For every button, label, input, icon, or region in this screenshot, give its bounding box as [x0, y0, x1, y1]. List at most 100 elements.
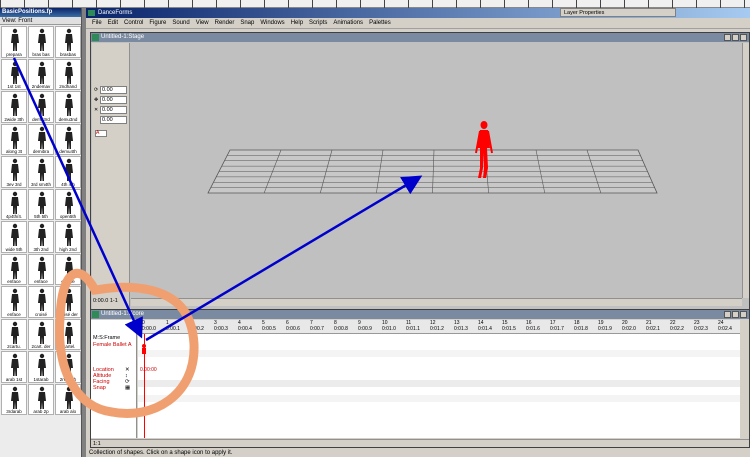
- dancer-silhouette-icon: [65, 61, 73, 84]
- pose-thumbnail[interactable]: 1starab: [28, 351, 54, 383]
- pose-thumbnail[interactable]: along 3t: [1, 123, 27, 155]
- pose-thumbnail[interactable]: 3rdarab: [1, 383, 27, 415]
- menu-item[interactable]: Edit: [108, 20, 118, 26]
- pose-label: brasbas: [59, 51, 76, 57]
- time-code: 0:01.7: [550, 326, 564, 332]
- ruler-tick: [624, 0, 626, 8]
- pose-thumbnail[interactable]: 2wide 3th: [1, 91, 27, 123]
- rotation-field[interactable]: [100, 115, 127, 124]
- pose-thumbnail[interactable]: enface: [1, 253, 27, 285]
- menu-item[interactable]: View: [196, 20, 209, 26]
- menu-item[interactable]: File: [92, 20, 102, 26]
- pose-thumbnail[interactable]: enface: [55, 253, 81, 285]
- pose-label: 4p4th/4.: [5, 214, 23, 219]
- ruler-tick: [576, 0, 578, 8]
- pose-thumbnail[interactable]: enface: [28, 253, 54, 285]
- menu-item[interactable]: Help: [291, 20, 303, 26]
- stage-vertical-scrollbar[interactable]: [742, 43, 749, 298]
- track-name[interactable]: Female Ballet A: [93, 342, 132, 348]
- pose-thumbnail[interactable]: 5th 5th: [28, 188, 54, 220]
- pose-thumbnail[interactable]: open5th: [55, 188, 81, 220]
- pose-thumbnail[interactable]: 2ndarab: [55, 351, 81, 383]
- menu-item[interactable]: Scripts: [309, 20, 327, 26]
- pose-thumbnail[interactable]: 1st 1st: [1, 58, 27, 90]
- pose-label: 1st 1st: [7, 84, 21, 89]
- pose-thumbnail[interactable]: brasbas: [55, 26, 81, 58]
- pose-thumbnail[interactable]: arab alo: [55, 383, 81, 415]
- keyframe-figure-icon[interactable]: [139, 343, 149, 355]
- ruler-tick: [120, 0, 122, 8]
- pose-thumbnail[interactable]: 2ndhand: [55, 58, 81, 90]
- menu-item[interactable]: Figure: [149, 20, 166, 26]
- pose-thumbnail[interactable]: 3rd sm4th: [28, 156, 54, 188]
- menu-item[interactable]: Windows: [260, 20, 284, 26]
- pose-thumbnail[interactable]: demu3nd: [55, 91, 81, 123]
- pose-thumbnail[interactable]: 2cart. der: [28, 318, 54, 350]
- minimize-button[interactable]: [724, 311, 731, 318]
- menu-item[interactable]: Render: [215, 20, 235, 26]
- ruler-tick: [408, 0, 410, 8]
- pose-thumbnail[interactable]: demu4th: [55, 123, 81, 155]
- pose-thumbnail[interactable]: arab 2p: [28, 383, 54, 415]
- pose-thumbnail[interactable]: 4th 4th: [55, 156, 81, 188]
- pose-thumbnail[interactable]: high 2nd: [55, 221, 81, 253]
- ruler-tick: [24, 0, 26, 8]
- pose-thumbnail[interactable]: demibra: [28, 123, 54, 155]
- layer-properties-panel[interactable]: Layer Properties: [560, 8, 676, 17]
- close-button[interactable]: [740, 34, 747, 41]
- snap-icon: ▦: [125, 385, 131, 391]
- ruler-tick: [192, 0, 194, 8]
- pose-thumbnail[interactable]: prepara: [1, 26, 27, 58]
- pose-thumbnail[interactable]: 3th 2nd: [28, 221, 54, 253]
- ruler-tick: [240, 0, 242, 8]
- pose-thumbnail[interactable]: 4p4th/4.: [1, 188, 27, 220]
- maximize-button[interactable]: [732, 34, 739, 41]
- ruler-tick: [720, 0, 722, 8]
- time-code: 0:00.1: [166, 326, 180, 332]
- pose-thumbnail[interactable]: 2cartel.: [55, 318, 81, 350]
- close-button[interactable]: [740, 311, 747, 318]
- stage-horizontal-scrollbar[interactable]: [131, 298, 742, 306]
- minimize-button[interactable]: [724, 34, 731, 41]
- stage-viewport[interactable]: [131, 43, 742, 297]
- position-x-row: ⟳: [94, 85, 128, 94]
- pose-label: 2cart. der: [31, 344, 51, 349]
- property-snap[interactable]: Snap: [93, 385, 106, 391]
- pose-thumbnail[interactable]: 3ev 3rd: [1, 156, 27, 188]
- menu-item[interactable]: Palettes: [369, 20, 391, 26]
- time-code: 0:01.4: [478, 326, 492, 332]
- score-timeline[interactable]: 0 0:00.0 1 0:00.1 2 0:00.2 3 0:00.3 4 0:00.4 5 0:00…: [138, 320, 740, 438]
- pose-thumbnail[interactable]: arab 1st: [1, 351, 27, 383]
- time-code: 0:00.7: [310, 326, 324, 332]
- pose-thumbnail[interactable]: demu3rd: [28, 91, 54, 123]
- dancer-silhouette-icon: [11, 288, 19, 311]
- dancer-silhouette-icon: [38, 28, 46, 51]
- position-x-field[interactable]: [100, 85, 127, 94]
- menu-item[interactable]: Sound: [172, 20, 189, 26]
- pose-thumbnail[interactable]: croisé der: [55, 286, 81, 318]
- dancer-silhouette-icon: [38, 126, 46, 149]
- position-y-field[interactable]: [100, 95, 127, 104]
- pose-thumbnail[interactable]: enface: [1, 286, 27, 318]
- position-z-field[interactable]: [100, 105, 127, 114]
- dancer-silhouette-icon: [38, 386, 46, 409]
- dancer-silhouette-icon: [11, 321, 19, 344]
- ruler-tick: [552, 0, 554, 8]
- menu-item[interactable]: Control: [124, 20, 143, 26]
- menu-item[interactable]: Animations: [333, 20, 363, 26]
- dancer-silhouette-icon: [38, 158, 46, 181]
- dancer-silhouette-icon: [11, 93, 19, 116]
- render-mode-icon[interactable]: A: [95, 130, 107, 137]
- ruler-tick: [600, 0, 602, 8]
- time-code: 0:01.9: [598, 326, 612, 332]
- ruler-tick: [264, 0, 266, 8]
- dancer-silhouette-icon: [38, 223, 46, 246]
- pose-thumbnail[interactable]: wide 5th: [1, 221, 27, 253]
- pose-thumbnail[interactable]: bras bas: [28, 26, 54, 58]
- palette-view-selector[interactable]: View: Front: [0, 17, 81, 25]
- pose-thumbnail[interactable]: 2cartu.: [1, 318, 27, 350]
- menu-item[interactable]: Snap: [240, 20, 254, 26]
- pose-thumbnail[interactable]: croisé: [28, 286, 54, 318]
- pose-thumbnail[interactable]: 2ndemav: [28, 58, 54, 90]
- maximize-button[interactable]: [732, 311, 739, 318]
